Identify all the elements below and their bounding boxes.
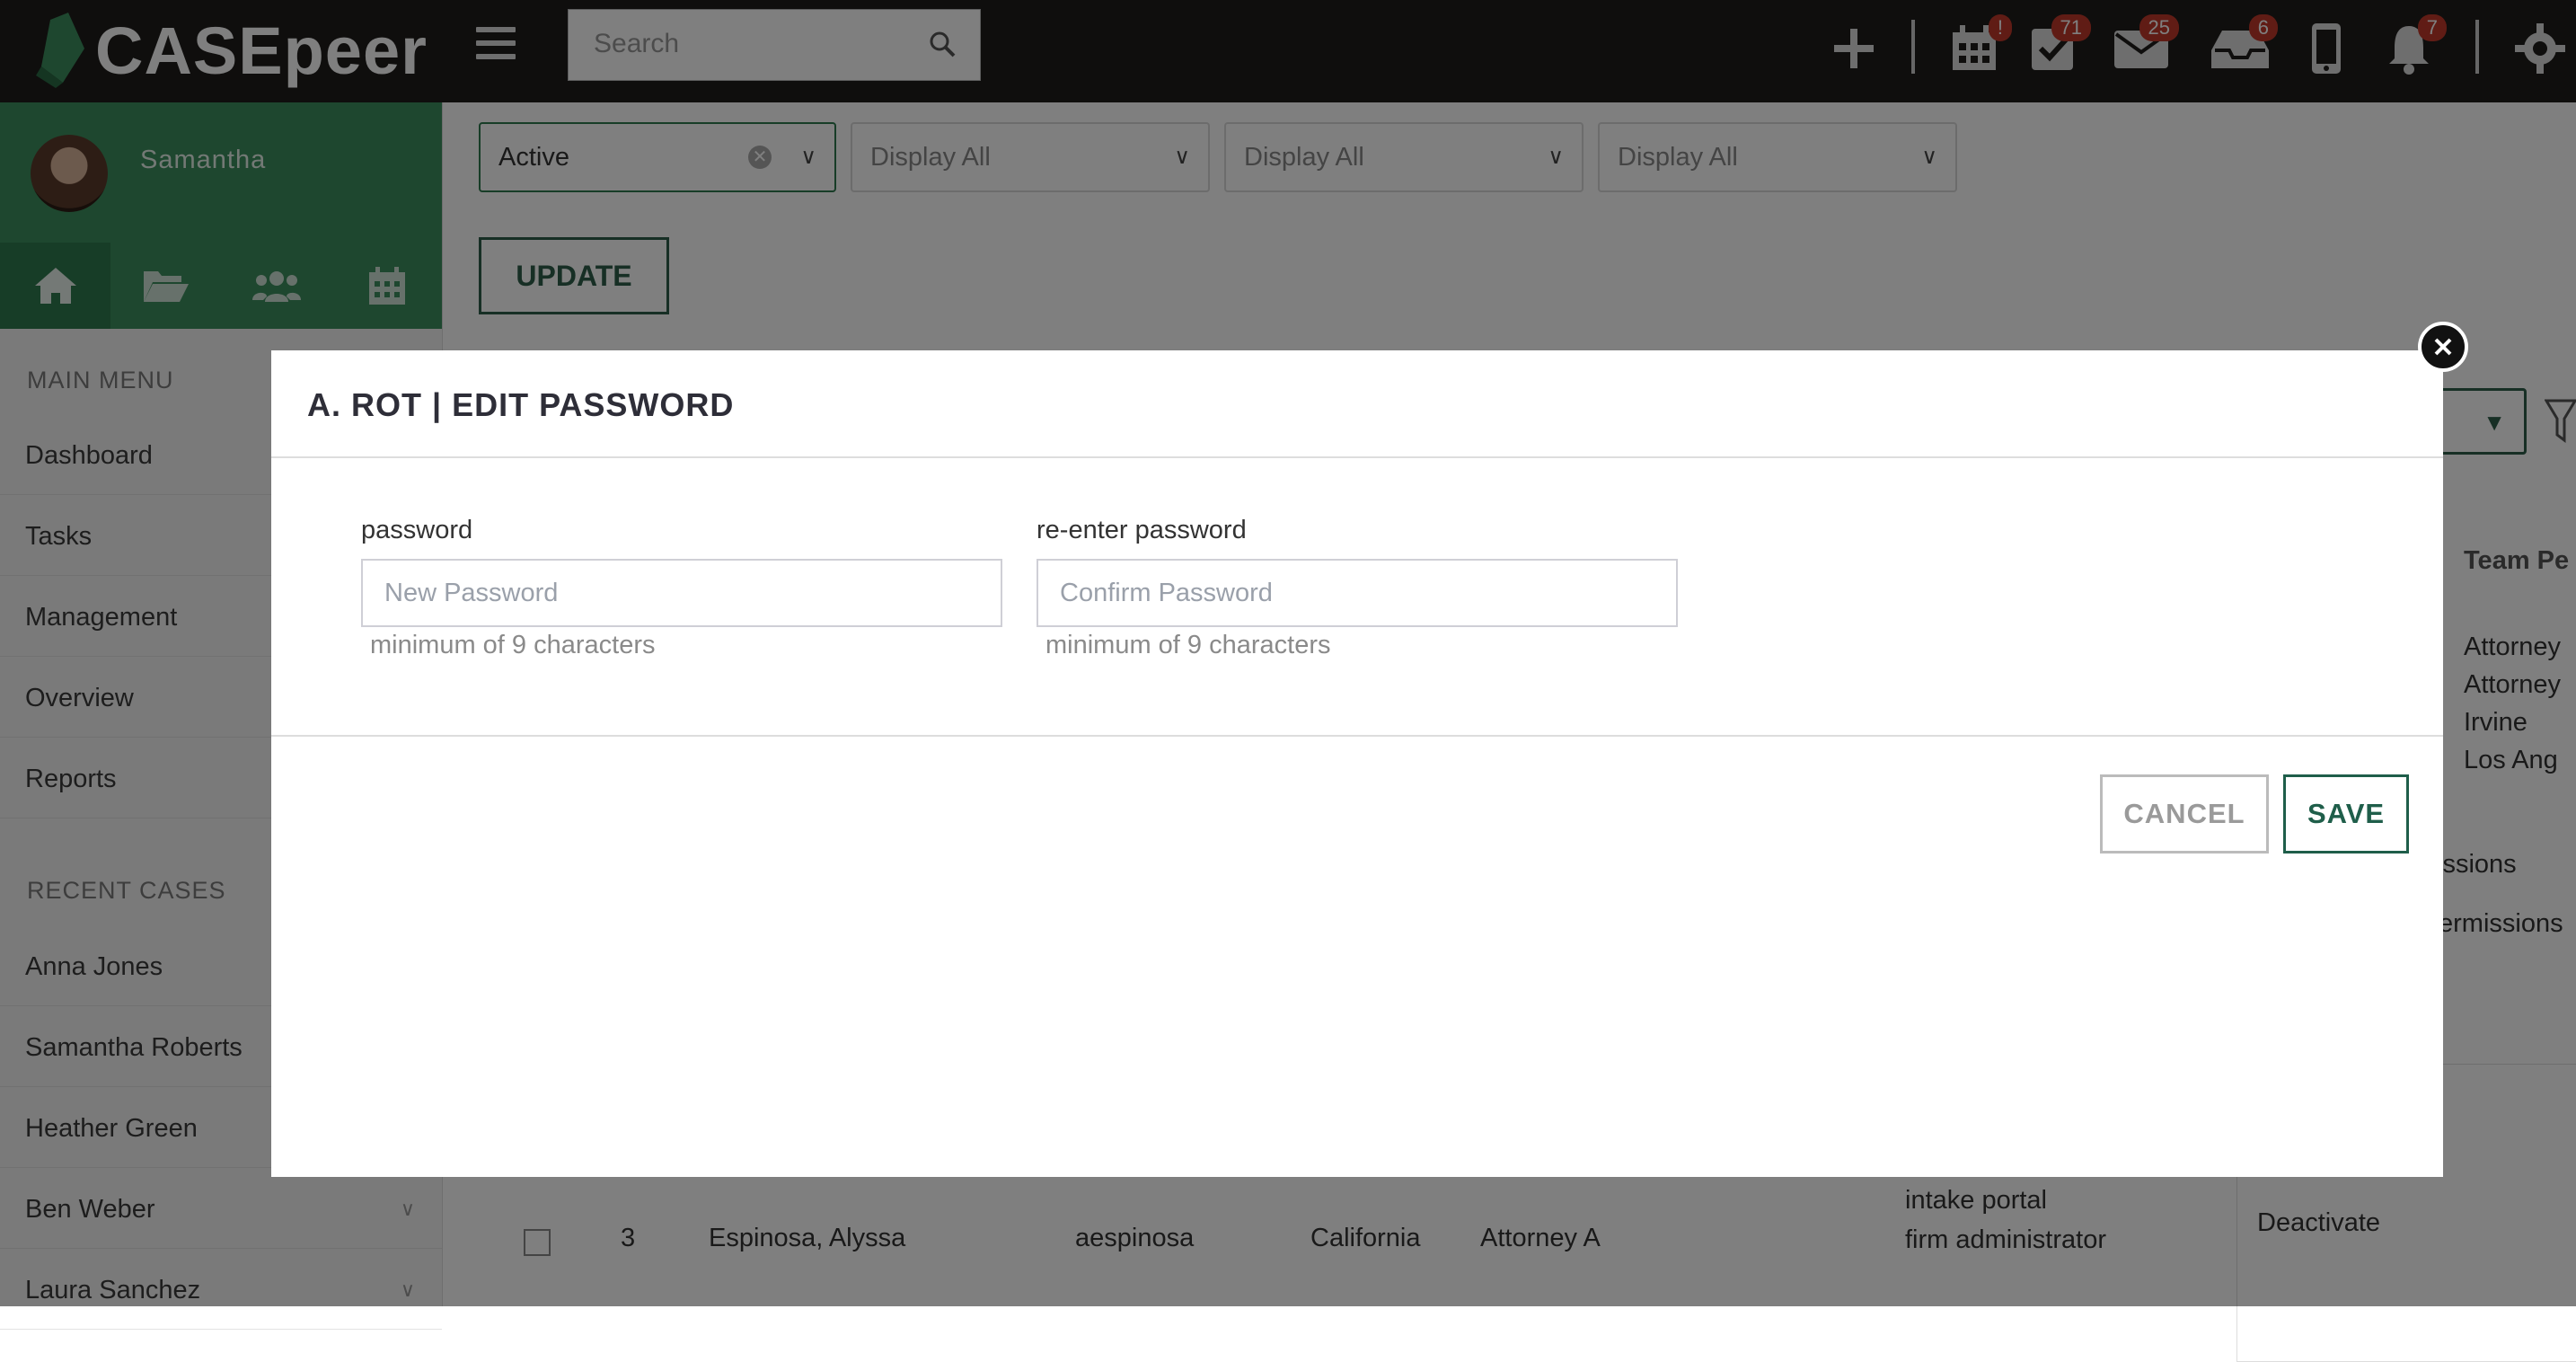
reenter-password-label: re-enter password [1037,516,1247,544]
save-button[interactable]: SAVE [2283,774,2409,853]
modal-title: A. ROT | EDIT PASSWORD [307,386,735,423]
new-password-input[interactable] [361,559,1002,627]
password-label: password [361,516,473,544]
close-modal-button[interactable] [2418,322,2468,372]
edit-password-modal: A. ROT | EDIT PASSWORD password minimum … [271,350,2443,1177]
confirm-password-input[interactable] [1037,559,1678,627]
modal-divider [271,735,2443,737]
close-icon [2434,338,2452,356]
reenter-password-hint: minimum of 9 characters [1045,631,1331,659]
cancel-button[interactable]: CANCEL [2100,774,2269,853]
modal-header: A. ROT | EDIT PASSWORD [271,350,2443,458]
password-hint: minimum of 9 characters [370,631,656,659]
